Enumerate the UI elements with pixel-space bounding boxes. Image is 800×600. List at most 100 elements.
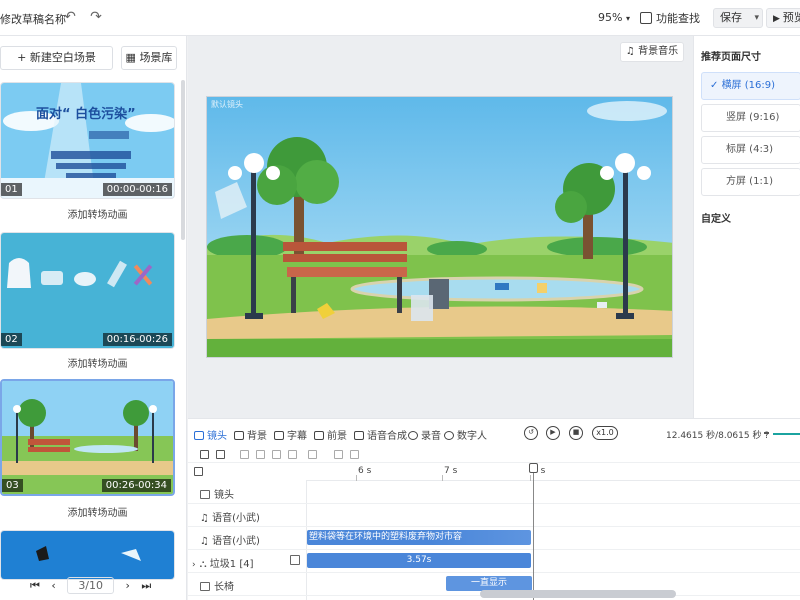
scene-thumbnail-2[interactable]: 02 00:16-00:26 bbox=[0, 232, 175, 349]
scene-thumbnail-4[interactable] bbox=[0, 530, 175, 580]
track-name: 长椅 bbox=[214, 582, 234, 593]
align-right-icon[interactable] bbox=[288, 450, 297, 459]
playhead[interactable] bbox=[533, 463, 534, 600]
subtitle-icon bbox=[274, 431, 284, 440]
time-ruler[interactable]: 6 s 7 s 8 s bbox=[306, 463, 800, 481]
scene-thumbnail-3[interactable]: 03 00:26-00:34 bbox=[0, 379, 175, 496]
replay-icon[interactable]: ↺ bbox=[524, 426, 538, 440]
scene-number: 01 bbox=[1, 183, 22, 196]
play-icon[interactable]: ▶ bbox=[546, 426, 560, 440]
unlink-icon[interactable] bbox=[350, 450, 359, 459]
add-transition-link[interactable]: 添加转场动画 bbox=[0, 355, 186, 370]
tab-record[interactable]: 录音 bbox=[408, 427, 441, 442]
element-clip[interactable]: 一直显示 bbox=[446, 576, 532, 591]
tick-label: 6 s bbox=[358, 466, 372, 476]
tab-label: 字幕 bbox=[287, 431, 307, 442]
voice-clip[interactable]: 塑料袋等在环境中的塑料废弃物对市容 bbox=[307, 530, 531, 545]
save-label: 保存 bbox=[720, 11, 742, 24]
timeline-horizontal-scrollbar[interactable] bbox=[480, 590, 676, 598]
scene-library-label: 场景库 bbox=[139, 51, 173, 64]
chevron-down-icon[interactable]: ▾ bbox=[754, 9, 759, 27]
link-icon[interactable] bbox=[334, 450, 343, 459]
scene-number: 02 bbox=[1, 333, 22, 346]
redo-icon[interactable]: ↷ bbox=[88, 9, 104, 25]
camera-icon bbox=[194, 431, 204, 440]
split-icon[interactable] bbox=[240, 450, 249, 459]
prev-page-icon[interactable]: ‹ bbox=[51, 579, 55, 592]
tick-label: 7 s bbox=[444, 466, 458, 476]
scene-list-scrollbar[interactable] bbox=[181, 80, 185, 240]
canvas-area: ♫ 背景音乐 默认镜头 bbox=[188, 36, 693, 418]
delete-icon[interactable] bbox=[308, 450, 317, 459]
background-music-button[interactable]: ♫ 背景音乐 bbox=[620, 42, 684, 62]
save-button[interactable]: 保存 ▾ bbox=[713, 8, 763, 28]
camera-icon bbox=[200, 490, 210, 499]
zoom-out-icon[interactable] bbox=[764, 432, 769, 434]
track-voice-1[interactable]: ♫ 语音(小武) bbox=[188, 504, 800, 527]
undo-icon[interactable]: ↶ bbox=[62, 9, 78, 25]
add-transition-link[interactable]: 添加转场动画 bbox=[0, 504, 186, 519]
duration-readout: 12.4615 秒/8.0615 秒 ? bbox=[666, 428, 769, 441]
tab-background[interactable]: 背景 bbox=[234, 427, 267, 442]
track-label: › ⛬ 垃圾1 [4] bbox=[192, 555, 254, 570]
tab-digital-human[interactable]: 数字人 bbox=[444, 427, 487, 442]
music-note-icon: ♫ bbox=[200, 513, 213, 524]
scene-3-preview bbox=[2, 381, 173, 494]
first-page-icon[interactable]: ⏮ bbox=[30, 579, 40, 593]
track-voice-2[interactable]: ♫ 语音(小武) 塑料袋等在环境中的塑料废弃物对市容 bbox=[188, 527, 800, 550]
tab-label: 背景 bbox=[247, 431, 267, 442]
size-option-landscape[interactable]: ✓ 横屏 (16:9) bbox=[701, 72, 800, 100]
preview-button[interactable]: ▶ 预览 bbox=[766, 8, 800, 28]
duration-text: 12.4615 秒/8.0615 秒 bbox=[666, 431, 762, 441]
zoom-select[interactable]: 95% ▾ bbox=[598, 11, 630, 24]
size-option-standard[interactable]: 标屏 (4:3) bbox=[701, 136, 800, 164]
tab-label: 前景 bbox=[327, 431, 347, 442]
scene-1-preview bbox=[1, 83, 174, 198]
list-icon[interactable] bbox=[216, 450, 225, 459]
ruler-settings-icon[interactable] bbox=[194, 467, 203, 476]
zoom-value: 95% bbox=[598, 11, 623, 24]
scene-stage[interactable]: 默认镜头 bbox=[206, 96, 673, 358]
next-page-icon[interactable]: › bbox=[126, 579, 130, 592]
preview-label: 预览 bbox=[782, 11, 800, 24]
last-page-icon[interactable]: ⏭ bbox=[141, 579, 151, 593]
tab-subtitles[interactable]: 字幕 bbox=[274, 427, 307, 442]
playback-speed-button[interactable]: x1.0 bbox=[592, 426, 618, 440]
scene-4-preview bbox=[1, 531, 174, 579]
scene-library-button[interactable]: ▦ 场景库 bbox=[121, 46, 177, 70]
track-name: 镜头 bbox=[214, 490, 234, 501]
enter-icon[interactable] bbox=[290, 555, 300, 565]
document-title[interactable]: 修改草稿名称 bbox=[0, 11, 66, 27]
scene-panel: + 新建空白场景 ▦ 场景库 面对“ 白色污染” 01 00:00-00:16 … bbox=[0, 36, 187, 600]
tab-camera[interactable]: 镜头 bbox=[194, 427, 227, 442]
align-center-icon[interactable] bbox=[272, 450, 281, 459]
top-bar: 修改草稿名称 ↶ ↷ 95% ▾ 功能查找 保存 ▾ ▶ 预览 bbox=[0, 0, 800, 36]
size-option-square[interactable]: 方屏 (1:1) bbox=[701, 168, 800, 196]
align-left-icon[interactable] bbox=[256, 450, 265, 459]
recommended-size-title: 推荐页面尺寸 bbox=[701, 52, 761, 63]
track-camera[interactable]: 镜头 bbox=[188, 481, 800, 504]
chevron-down-icon: ▾ bbox=[625, 14, 630, 23]
scene-thumbnail-1[interactable]: 面对“ 白色污染” 01 00:00-00:16 bbox=[0, 82, 175, 199]
tab-foreground[interactable]: 前景 bbox=[314, 427, 347, 442]
scene-time-range: 00:26-00:34 bbox=[101, 479, 171, 492]
tab-label: 语音合成 bbox=[367, 431, 407, 442]
add-transition-link[interactable]: 添加转场动画 bbox=[0, 206, 186, 221]
element-clip[interactable]: 3.57s bbox=[307, 553, 531, 568]
chevron-right-icon[interactable]: › bbox=[192, 560, 196, 570]
timeline-zoom-slider[interactable] bbox=[773, 433, 800, 435]
custom-size-label[interactable]: 自定义 bbox=[701, 210, 731, 225]
feature-find-button[interactable]: 功能查找 bbox=[640, 10, 700, 26]
size-option-portrait[interactable]: 竖屏 (9:16) bbox=[701, 104, 800, 132]
tab-tts[interactable]: 语音合成 bbox=[354, 427, 407, 442]
park-scene-illustration bbox=[207, 97, 672, 357]
playhead-handle[interactable] bbox=[529, 463, 538, 473]
person-icon bbox=[444, 431, 454, 440]
filter-icon[interactable] bbox=[200, 450, 209, 459]
stop-icon[interactable]: ■ bbox=[569, 426, 583, 440]
play-icon: ▶ bbox=[773, 14, 783, 24]
scene-pagination: ⏮ ‹ 3/10 › ⏭ bbox=[30, 577, 159, 594]
new-blank-scene-button[interactable]: + 新建空白场景 bbox=[0, 46, 113, 70]
page-indicator[interactable]: 3/10 bbox=[67, 577, 115, 594]
track-trash-1[interactable]: › ⛬ 垃圾1 [4] 3.57s bbox=[188, 550, 800, 573]
